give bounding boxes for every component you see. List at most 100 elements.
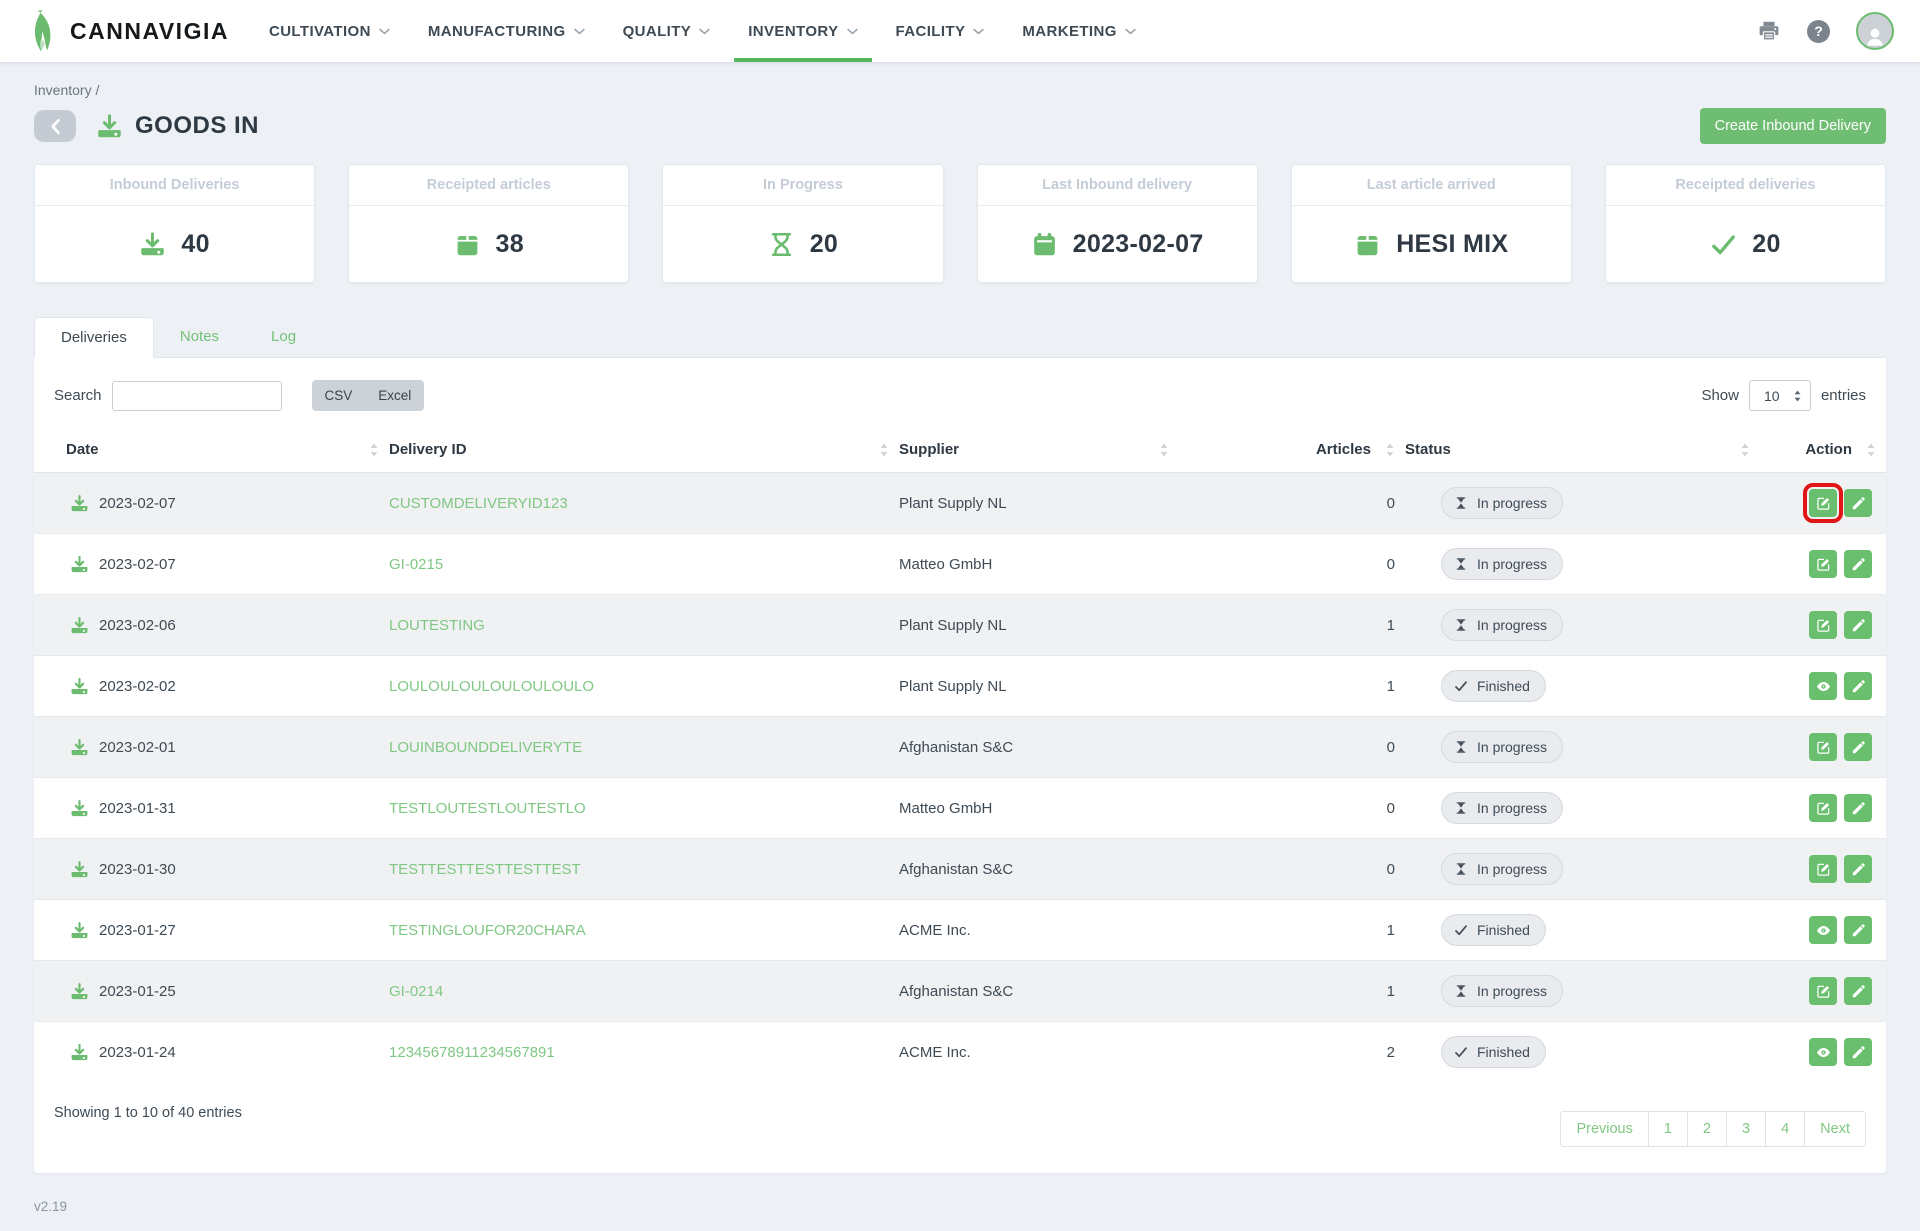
stat-card-title: In Progress — [663, 165, 942, 206]
column-header-action[interactable]: Action — [1760, 427, 1886, 473]
cell-supplier: Plant Supply NL — [899, 595, 1179, 656]
supplier-name: Plant Supply NL — [899, 495, 1007, 512]
stat-cards: Inbound Deliveries40Receipted articles38… — [34, 164, 1886, 283]
delivery-id-link[interactable]: CUSTOMDELIVERYID123 — [389, 495, 568, 512]
search-input[interactable] — [112, 381, 282, 411]
download-icon — [139, 231, 166, 258]
cell-status: In progress — [1405, 534, 1760, 595]
showing-entries-text: Showing 1 to 10 of 40 entries — [54, 1105, 242, 1121]
stat-card-body: 38 — [349, 206, 628, 282]
cell-supplier: ACME Inc. — [899, 1022, 1179, 1083]
nav-item-marketing[interactable]: MARKETING — [1022, 0, 1135, 62]
goods-in-icon — [70, 1043, 89, 1062]
delivery-id-link[interactable]: TESTLOUTESTLOUTESTLO — [389, 800, 586, 817]
delivery-id-link[interactable]: GI-0215 — [389, 556, 443, 573]
edit-action-button[interactable] — [1809, 611, 1837, 639]
stat-card-value: 20 — [1752, 230, 1780, 259]
articles-count: 1 — [1387, 617, 1395, 634]
nav-item-inventory[interactable]: INVENTORY — [748, 0, 857, 62]
pagination-next[interactable]: Next — [1804, 1111, 1866, 1147]
nav-item-cultivation[interactable]: CULTIVATION — [269, 0, 390, 62]
pencil-action-button[interactable] — [1844, 611, 1872, 639]
cell-status: In progress — [1405, 778, 1760, 839]
help-icon[interactable]: ? — [1807, 20, 1830, 43]
delivery-id-link[interactable]: TESTINGLOUFOR20CHARA — [389, 922, 586, 939]
nav-item-manufacturing[interactable]: MANUFACTURING — [428, 0, 585, 62]
status-label: In progress — [1477, 739, 1547, 755]
nav-item-label: MARKETING — [1022, 23, 1116, 40]
pagination-1[interactable]: 1 — [1648, 1111, 1688, 1147]
column-header-status[interactable]: Status — [1405, 427, 1760, 473]
view-action-button[interactable] — [1809, 1038, 1837, 1066]
goods-in-icon — [70, 738, 89, 757]
articles-count: 0 — [1387, 556, 1395, 573]
tab-notes[interactable]: Notes — [154, 317, 245, 357]
delivery-id-link[interactable]: 12345678911234567891 — [389, 1044, 555, 1061]
delivery-id-link[interactable]: LOUINBOUNDDELIVERYTE — [389, 739, 582, 756]
pencil-icon — [1851, 801, 1866, 816]
pencil-action-button[interactable] — [1844, 916, 1872, 944]
status-label: In progress — [1477, 983, 1547, 999]
search-label: Search — [54, 387, 102, 404]
edit-action-button[interactable] — [1809, 855, 1837, 883]
cell-date: 2023-02-02 — [34, 656, 389, 717]
column-header-label: Status — [1405, 441, 1451, 458]
pencil-action-button[interactable] — [1844, 550, 1872, 578]
pagination-2[interactable]: 2 — [1687, 1111, 1727, 1147]
tab-log[interactable]: Log — [245, 317, 322, 357]
view-action-button[interactable] — [1809, 916, 1837, 944]
view-action-button[interactable] — [1809, 672, 1837, 700]
pencil-action-button[interactable] — [1844, 489, 1872, 517]
edit-action-button[interactable] — [1809, 977, 1837, 1005]
edit-action-button[interactable] — [1809, 733, 1837, 761]
hourglass-icon — [1454, 496, 1468, 510]
column-header-date[interactable]: Date — [34, 427, 389, 473]
nav-item-quality[interactable]: QUALITY — [623, 0, 711, 62]
cell-status: In progress — [1405, 717, 1760, 778]
edit-action-button[interactable] — [1809, 794, 1837, 822]
pencil-action-button[interactable] — [1844, 855, 1872, 883]
delivery-id-link[interactable]: TESTTESTTESTTESTTEST — [389, 861, 581, 878]
sort-icon — [1740, 442, 1750, 457]
show-entries-select[interactable]: 10 — [1749, 380, 1811, 411]
pagination-4[interactable]: 4 — [1765, 1111, 1805, 1147]
pagination-3[interactable]: 3 — [1726, 1111, 1766, 1147]
export-csv-button[interactable]: CSV — [312, 380, 366, 411]
tab-deliveries[interactable]: Deliveries — [34, 317, 154, 358]
goods-in-icon — [70, 677, 89, 696]
pencil-action-button[interactable] — [1844, 1038, 1872, 1066]
box-icon — [454, 231, 481, 258]
nav-item-label: FACILITY — [896, 23, 966, 40]
delivery-id-link[interactable]: LOUTESTING — [389, 617, 485, 634]
pagination-previous[interactable]: Previous — [1560, 1111, 1648, 1147]
user-avatar[interactable] — [1856, 12, 1894, 50]
delivery-id-link[interactable]: GI-0214 — [389, 983, 443, 1000]
edit-action-button[interactable] — [1809, 489, 1837, 517]
column-header-supplier[interactable]: Supplier — [899, 427, 1179, 473]
back-button[interactable] — [34, 110, 76, 142]
cell-action — [1760, 534, 1886, 595]
print-icon[interactable] — [1757, 19, 1781, 43]
sort-icon — [1385, 442, 1395, 457]
column-header-articles[interactable]: Articles — [1179, 427, 1405, 473]
table-header-row: DateDelivery IDSupplierArticlesStatus Act… — [34, 427, 1886, 473]
pencil-action-button[interactable] — [1844, 794, 1872, 822]
export-excel-button[interactable]: Excel — [365, 380, 424, 411]
brand-wordmark: CANNAVIGIA — [70, 18, 229, 45]
delivery-id-link[interactable]: LOULOULOULOULOULOULO — [389, 678, 594, 695]
pencil-action-button[interactable] — [1844, 733, 1872, 761]
pencil-action-button[interactable] — [1844, 977, 1872, 1005]
column-header-delivery-id[interactable]: Delivery ID — [389, 427, 899, 473]
nav-item-facility[interactable]: FACILITY — [896, 0, 985, 62]
cell-date: 2023-01-24 — [34, 1022, 389, 1083]
pencil-action-button[interactable] — [1844, 672, 1872, 700]
create-inbound-delivery-button[interactable]: Create Inbound Delivery — [1700, 108, 1886, 144]
cannavigia-logo[interactable]: CANNAVIGIA — [24, 0, 229, 62]
cell-action — [1760, 595, 1886, 656]
eye-icon — [1816, 679, 1831, 694]
cell-delivery-id: GI-0214 — [389, 961, 899, 1022]
table-row: 2023-02-07GI-0215Matteo GmbH0In progress — [34, 534, 1886, 595]
edit-action-button[interactable] — [1809, 550, 1837, 578]
goods-in-icon — [70, 616, 89, 635]
stat-card-in-progress: In Progress20 — [662, 164, 943, 283]
